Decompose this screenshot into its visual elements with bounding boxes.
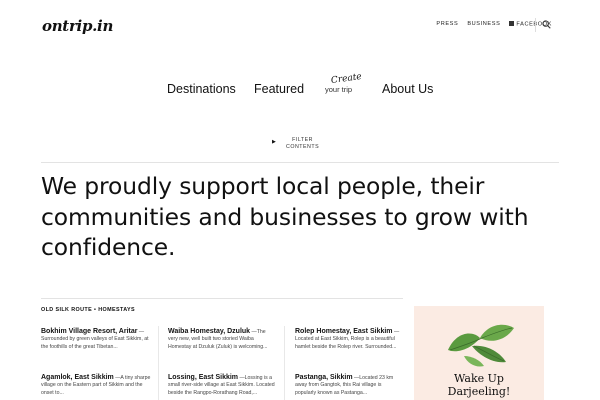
nav-destinations[interactable]: Destinations <box>167 82 236 96</box>
nav-featured[interactable]: Featured <box>254 82 304 96</box>
nav-about-us[interactable]: About Us <box>382 82 433 96</box>
main-nav: Destinations Featured Create your trip A… <box>0 71 600 104</box>
site-logo[interactable]: ontrip.in <box>42 17 113 35</box>
play-arrow-icon: ▶ <box>272 139 276 145</box>
section-title[interactable]: OLD SILK ROUTE • HOMESTAYS <box>41 307 135 313</box>
search-icon[interactable] <box>542 20 551 29</box>
homestay-card[interactable]: Waiba Homestay, Dzuluk —The very new, we… <box>168 327 276 351</box>
filter-label: FILTER CONTENTS <box>286 137 319 151</box>
tea-leaves-icon <box>448 324 514 367</box>
column-divider <box>284 326 285 400</box>
create-script-label: Create <box>330 71 363 87</box>
card-title[interactable]: Rolep Homestay, East Sikkim <box>295 328 393 335</box>
press-link[interactable]: PRESS <box>436 21 458 28</box>
homestay-card[interactable]: Agamlok, East Sikkim —A tiny sharpe vill… <box>41 373 151 397</box>
card-title[interactable]: Waiba Homestay, Dzuluk <box>168 328 250 335</box>
main-divider <box>41 162 559 163</box>
ad-line2: Darjeeling! <box>447 385 511 398</box>
card-title[interactable]: Bokhim Village Resort, Aritar <box>41 328 137 335</box>
business-link[interactable]: BUSINESS <box>467 21 500 28</box>
filter-contents-toggle[interactable]: ▶ FILTER CONTENTS <box>272 137 332 153</box>
ad-banner[interactable]: Wake Up Darjeeling! <box>414 306 544 400</box>
filter-label-line1: FILTER <box>292 137 313 143</box>
ad-line1: Wake Up <box>454 372 504 385</box>
filter-label-line2: CONTENTS <box>286 144 320 150</box>
ad-text: Wake Up Darjeeling! <box>414 372 544 398</box>
hero-statement: We proudly support local people, their c… <box>41 172 529 261</box>
facebook-icon <box>509 21 515 26</box>
nav-create-your-trip[interactable]: Create your trip <box>325 71 365 98</box>
homestay-card[interactable]: Pastanga, Sikkim —Located 23 km away fro… <box>295 373 403 397</box>
section-divider <box>41 298 403 299</box>
column-divider <box>158 326 159 400</box>
header-divider <box>535 18 536 32</box>
card-title[interactable]: Agamlok, East Sikkim <box>41 374 114 381</box>
homestay-card[interactable]: Bokhim Village Resort, Aritar —Surrounde… <box>41 327 151 351</box>
card-title[interactable]: Lossing, East Sikkim <box>168 374 238 381</box>
homestay-card[interactable]: Lossing, East Sikkim —Lossing is a small… <box>168 373 276 397</box>
homestay-card[interactable]: Rolep Homestay, East Sikkim —Located at … <box>295 327 403 351</box>
top-bar: ontrip.in PRESS BUSINESS FACEBOOK <box>0 0 600 52</box>
your-trip-label: your trip <box>325 85 353 94</box>
card-title[interactable]: Pastanga, Sikkim <box>295 374 353 381</box>
